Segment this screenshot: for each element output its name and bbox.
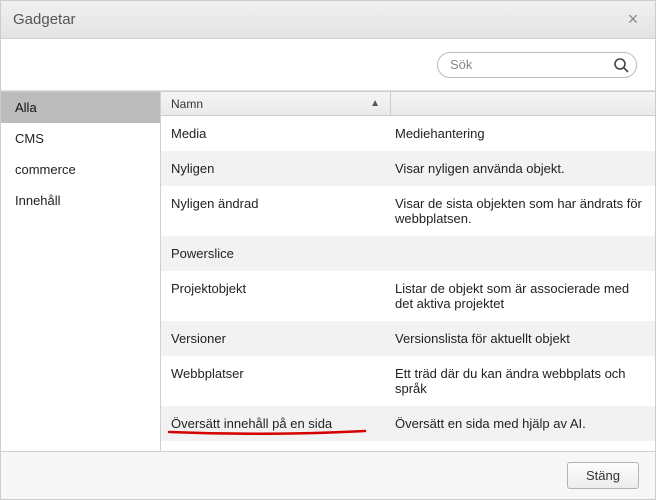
close-button[interactable]: Stäng — [567, 462, 639, 489]
row-name: Projektobjekt — [161, 281, 391, 311]
sidebar-item-content[interactable]: Innehåll — [1, 185, 160, 216]
row-desc: Versionslista för aktuellt objekt — [391, 331, 655, 346]
gadget-list[interactable]: Media Mediehantering Nyligen Visar nylig… — [161, 116, 655, 451]
search-wrap — [437, 52, 637, 78]
table-row[interactable]: Nyligen ändrad Visar de sista objekten s… — [161, 186, 655, 236]
row-desc: Ett träd där du kan ändra webbplats och … — [391, 366, 655, 396]
row-name: Nyligen ändrad — [161, 196, 391, 226]
table-row[interactable]: Projektobjekt Listar de objekt som är as… — [161, 271, 655, 321]
row-desc — [391, 246, 655, 261]
search-bar — [1, 39, 655, 91]
table-row[interactable]: Powerslice — [161, 236, 655, 271]
sidebar-item-commerce[interactable]: commerce — [1, 154, 160, 185]
table-row[interactable]: Media Mediehantering — [161, 116, 655, 151]
row-name: Media — [161, 126, 391, 141]
category-sidebar: Alla CMS commerce Innehåll — [1, 92, 161, 451]
row-name: Webbplatser — [161, 366, 391, 396]
dialog-title: Gadgetar — [13, 11, 623, 28]
column-header-name-label: Namn — [171, 97, 203, 111]
sort-asc-icon: ▲ — [370, 98, 380, 109]
sidebar-item-cms[interactable]: CMS — [1, 123, 160, 154]
list-header: Namn ▲ — [161, 92, 655, 116]
titlebar: Gadgetar × — [1, 1, 655, 39]
row-name: Översätt innehåll på en sida — [161, 416, 391, 431]
table-row[interactable]: Versioner Versionslista för aktuellt obj… — [161, 321, 655, 356]
close-icon[interactable]: × — [623, 10, 643, 30]
dialog-footer: Stäng — [1, 451, 655, 499]
table-row[interactable]: Översätt innehåll på en sida Översätt en… — [161, 406, 655, 441]
search-icon — [613, 57, 629, 73]
row-desc: Översätt en sida med hjälp av AI. — [391, 416, 655, 431]
row-desc: Mediehantering — [391, 126, 655, 141]
gadget-dialog: Gadgetar × Alla CMS commerce Innehåll Na… — [0, 0, 656, 500]
main-panel: Namn ▲ Media Mediehantering Nyligen Visa… — [161, 92, 655, 451]
table-row[interactable]: Webbplatser Ett träd där du kan ändra we… — [161, 356, 655, 406]
row-desc: Listar de objekt som är associerade med … — [391, 281, 655, 311]
search-input[interactable] — [437, 52, 637, 78]
row-desc: Visar de sista objekten som har ändrats … — [391, 196, 655, 226]
row-name: Powerslice — [161, 246, 391, 261]
row-desc: Visar nyligen använda objekt. — [391, 161, 655, 176]
table-row[interactable]: Nyligen Visar nyligen använda objekt. — [161, 151, 655, 186]
highlight-underline-icon — [167, 429, 367, 435]
row-name: Nyligen — [161, 161, 391, 176]
sidebar-item-all[interactable]: Alla — [1, 92, 160, 123]
row-name: Versioner — [161, 331, 391, 346]
dialog-body: Alla CMS commerce Innehåll Namn ▲ Media … — [1, 91, 655, 451]
column-header-name[interactable]: Namn ▲ — [161, 92, 391, 115]
